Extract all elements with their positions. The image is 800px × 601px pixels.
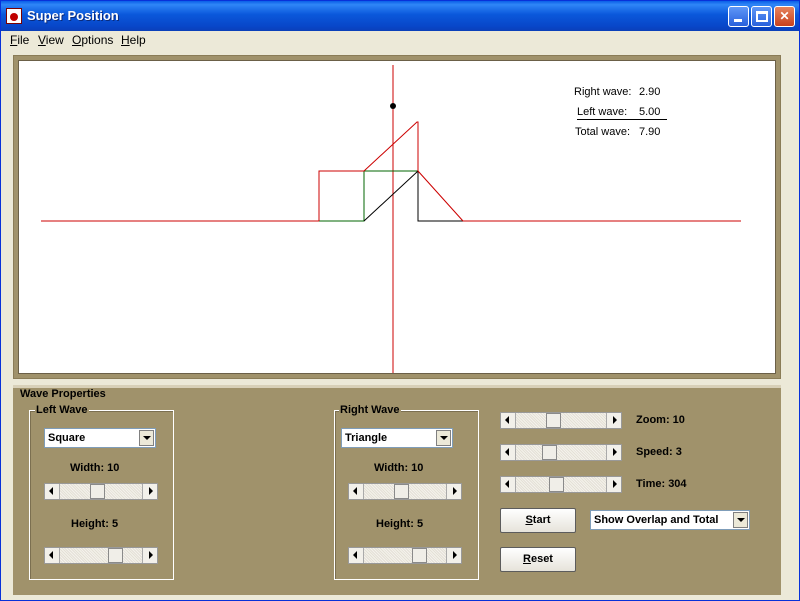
close-button[interactable]: ✕: [774, 6, 795, 27]
scroll-right-icon[interactable]: [142, 548, 157, 563]
slider-thumb[interactable]: [549, 477, 564, 492]
time-label: Time: 304: [636, 478, 687, 490]
total-wave-value: 7.90: [639, 126, 661, 138]
scroll-left-icon[interactable]: [501, 413, 516, 428]
right-wave-title: Right Wave: [339, 404, 401, 416]
menu-file[interactable]: File: [10, 33, 29, 47]
slider-thumb[interactable]: [90, 484, 105, 499]
right-wave-value: 2.90: [639, 86, 661, 98]
start-button[interactable]: Start: [500, 508, 576, 533]
right-wave-height-slider[interactable]: [348, 547, 462, 564]
app-window: Super Position ✕ File View Options Help: [0, 0, 800, 601]
scroll-left-icon[interactable]: [349, 548, 364, 563]
left-wave-shape-value: Square: [48, 432, 86, 444]
scroll-right-icon[interactable]: [142, 484, 157, 499]
left-wave-width-label: Width: 10: [70, 462, 120, 474]
scroll-right-icon[interactable]: [606, 477, 621, 492]
reset-button[interactable]: Reset: [500, 547, 576, 572]
app-icon[interactable]: [6, 8, 22, 24]
right-wave-trace: [363, 169, 463, 222]
window-title: Super Position: [27, 8, 119, 23]
wave-canvas[interactable]: Right wave: 2.90 Left wave: 5.00 Total w…: [18, 60, 776, 374]
menu-help[interactable]: Help: [121, 33, 146, 47]
scroll-right-icon[interactable]: [446, 548, 461, 563]
slider-thumb[interactable]: [412, 548, 427, 563]
slider-thumb[interactable]: [108, 548, 123, 563]
chevron-down-icon[interactable]: [436, 430, 451, 446]
scroll-left-icon[interactable]: [349, 484, 364, 499]
menu-view[interactable]: View: [38, 33, 64, 47]
minimize-icon: [734, 19, 742, 22]
right-wave-label: Right wave:: [574, 86, 632, 98]
time-slider[interactable]: [500, 476, 622, 493]
scroll-left-icon[interactable]: [45, 548, 60, 563]
scroll-left-icon[interactable]: [501, 477, 516, 492]
left-wave-height-label: Height: 5: [71, 518, 119, 530]
chevron-down-icon[interactable]: [733, 512, 748, 528]
wave-properties-title: Wave Properties: [19, 388, 107, 400]
total-wave-label: Total wave:: [575, 126, 631, 138]
wave-properties-panel: Wave Properties Left Wave Square Width: …: [13, 385, 781, 595]
canvas-frame: Right wave: 2.90 Left wave: 5.00 Total w…: [13, 55, 781, 379]
title-bar[interactable]: Super Position ✕: [1, 1, 799, 31]
left-wave-label: Left wave:: [577, 106, 628, 118]
scroll-right-icon[interactable]: [446, 484, 461, 499]
display-mode-value: Show Overlap and Total: [594, 514, 719, 526]
right-wave-shape-select[interactable]: Triangle: [341, 428, 453, 448]
right-wave-height-label: Height: 5: [376, 518, 424, 530]
slider-thumb[interactable]: [394, 484, 409, 499]
left-wave-title: Left Wave: [35, 404, 89, 416]
zoom-label: Zoom: 10: [636, 414, 685, 426]
slider-thumb[interactable]: [546, 413, 561, 428]
maximize-icon: [756, 11, 768, 22]
close-icon: ✕: [779, 9, 790, 23]
scroll-left-icon[interactable]: [501, 445, 516, 460]
minimize-button[interactable]: [728, 6, 749, 27]
left-wave-shape-select[interactable]: Square: [44, 428, 156, 448]
zoom-slider[interactable]: [500, 412, 622, 429]
left-wave-width-slider[interactable]: [44, 483, 158, 500]
chevron-down-icon[interactable]: [139, 430, 154, 446]
left-wave-readout: Left wave: 5.00: [577, 106, 667, 120]
left-wave-value: 5.00: [639, 106, 661, 118]
display-mode-select[interactable]: Show Overlap and Total: [590, 510, 750, 530]
right-wave-readout: Right wave: 2.90: [574, 86, 664, 100]
maximize-button[interactable]: [751, 6, 772, 27]
menu-bar: File View Options Help: [1, 31, 799, 50]
slider-thumb[interactable]: [542, 445, 557, 460]
right-wave-width-slider[interactable]: [348, 483, 462, 500]
scroll-right-icon[interactable]: [606, 413, 621, 428]
total-wave-readout: Total wave: 7.90: [575, 126, 665, 140]
speed-label: Speed: 3: [636, 446, 682, 458]
speed-slider[interactable]: [500, 444, 622, 461]
right-wave-width-label: Width: 10: [374, 462, 424, 474]
scroll-left-icon[interactable]: [45, 484, 60, 499]
menu-options[interactable]: Options: [72, 33, 113, 47]
left-wave-height-slider[interactable]: [44, 547, 158, 564]
right-wave-shape-value: Triangle: [345, 432, 388, 444]
position-marker: [390, 103, 396, 109]
scroll-right-icon[interactable]: [606, 445, 621, 460]
